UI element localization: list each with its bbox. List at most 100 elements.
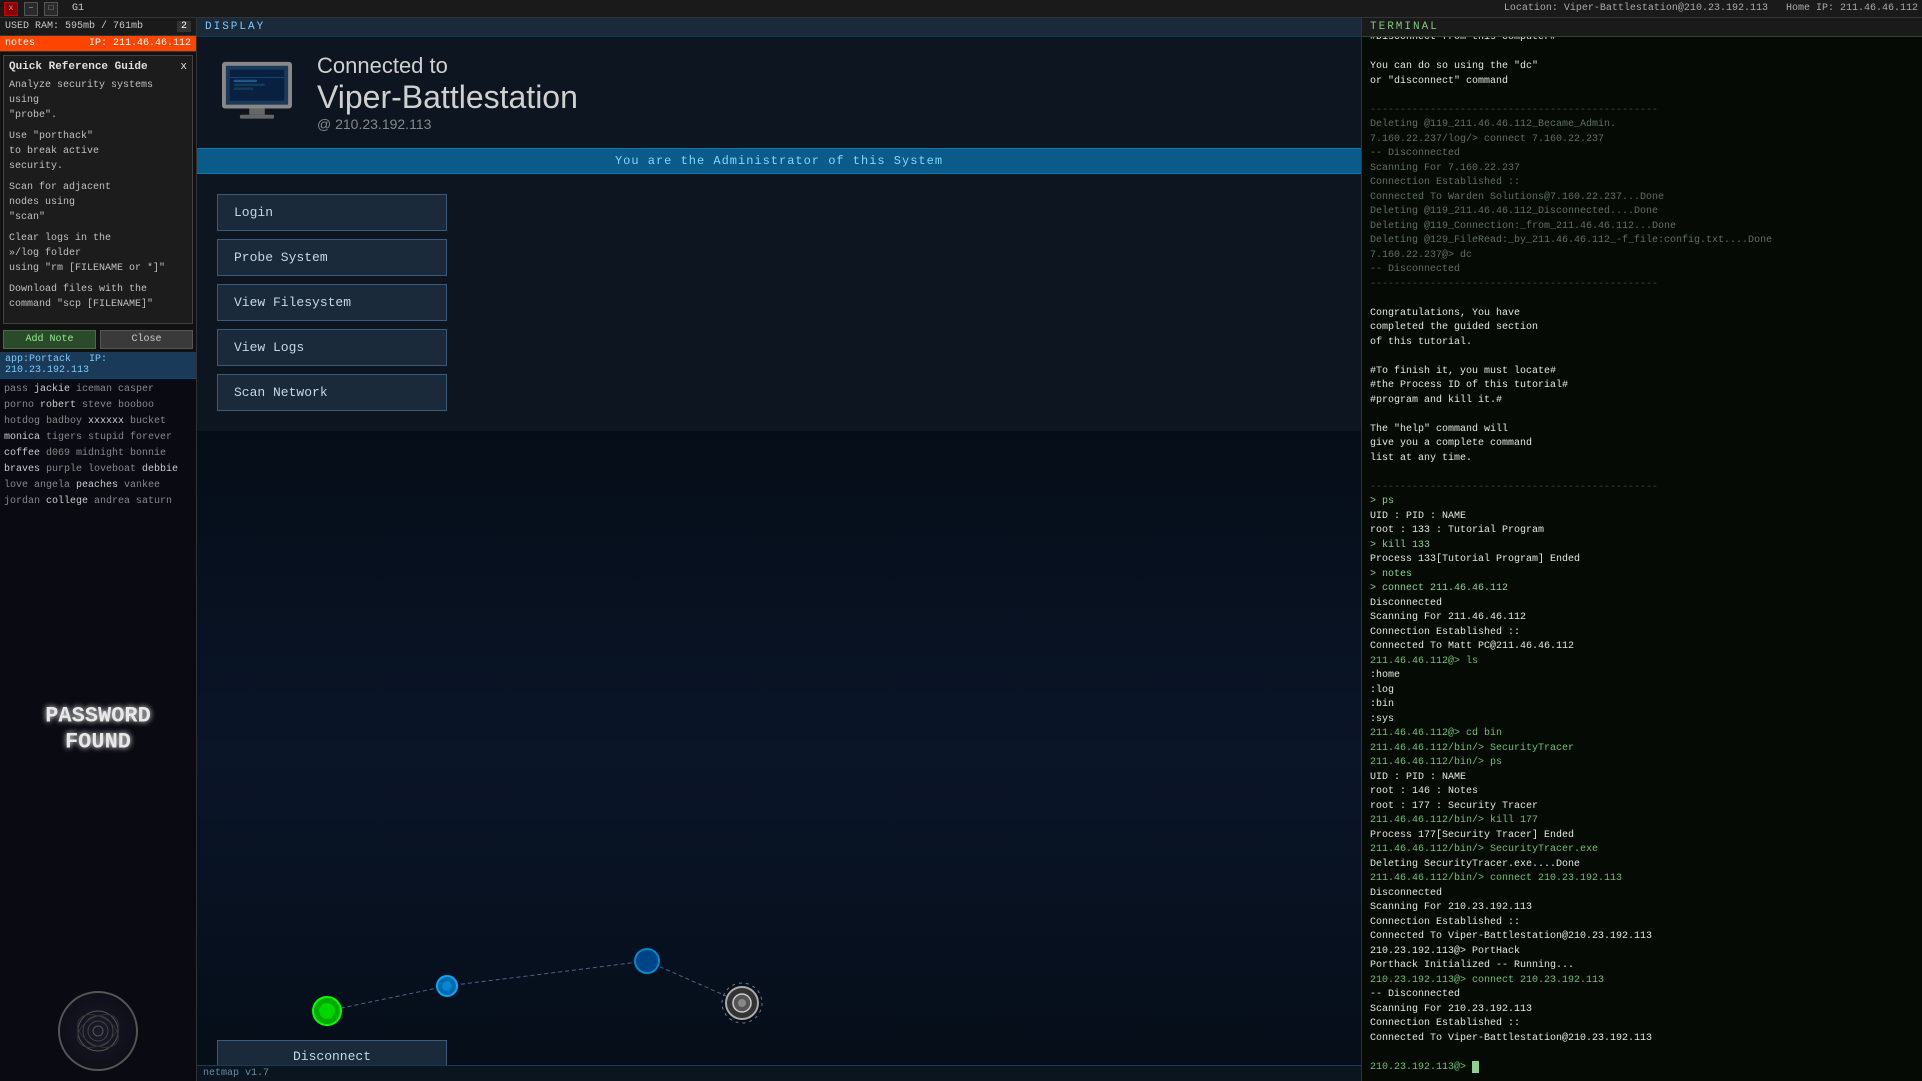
terminal-line: Process 177[Security Tracer] Ended	[1370, 829, 1914, 844]
admin-banner: You are the Administrator of this System	[197, 148, 1361, 174]
terminal-line	[1370, 408, 1914, 423]
notes-label: notes	[5, 38, 35, 49]
menu-buttons: Login Probe System View Filesystem View …	[197, 174, 457, 431]
password-crack-area: pass jackie iceman casper porno robert s…	[0, 379, 196, 1081]
pw-word: college	[46, 495, 88, 509]
quick-ref-line-5: Download files with thecommand "scp [FIL…	[9, 282, 187, 312]
terminal-line: Disconnected	[1370, 597, 1914, 612]
terminal-line: ----------------------------------------…	[1370, 481, 1914, 496]
display-header: DISPLAY	[197, 18, 1361, 37]
terminal-line: or "disconnect" command	[1370, 75, 1914, 90]
terminal-line: root : 146 : Notes	[1370, 785, 1914, 800]
terminal-line: 7.160.22.237@> dc	[1370, 249, 1914, 264]
quick-ref-header: Quick Reference Guide x	[9, 61, 187, 73]
connected-text: Connected to Viper-Battlestation @ 210.2…	[317, 53, 578, 132]
terminal-line: Connected To Warden Solutions@7.160.22.2…	[1370, 191, 1914, 206]
ram-count: 2	[177, 21, 191, 32]
terminal-line: Deleting @119_211.46.46.112_Became_Admin…	[1370, 118, 1914, 133]
terminal-line: #program and kill it.#	[1370, 394, 1914, 409]
terminal-line: 211.46.46.112@> ls	[1370, 655, 1914, 670]
terminal-line: Scanning For 210.23.192.113	[1370, 1003, 1914, 1018]
terminal-line: > ps	[1370, 495, 1914, 510]
terminal-line: Connection Established ::	[1370, 1017, 1914, 1032]
terminal-line: 210.23.192.113@>	[1370, 1061, 1914, 1076]
minimize-button[interactable]: −	[24, 2, 38, 16]
terminal-line: :bin	[1370, 698, 1914, 713]
terminal-line: #To finish it, you must locate#	[1370, 365, 1914, 380]
pw-word: braves	[4, 463, 40, 477]
connection-ip: @ 210.23.192.113	[317, 116, 578, 132]
terminal-line: Connection Established ::	[1370, 626, 1914, 641]
terminal-line: -- Disconnected	[1370, 988, 1914, 1003]
pw-word: debbie	[142, 463, 178, 477]
terminal-line: 211.46.46.112/bin/> kill 177	[1370, 814, 1914, 829]
terminal-line: #Disconnect from this computer#	[1370, 37, 1914, 46]
login-button[interactable]: Login	[217, 194, 447, 231]
terminal-line: 211.46.46.112/bin/> SecurityTracer	[1370, 742, 1914, 757]
close-window-button[interactable]: x	[4, 2, 18, 16]
pw-word: peaches	[76, 479, 118, 493]
pw-word: purple	[46, 463, 82, 477]
probe-system-button[interactable]: Probe System	[217, 239, 447, 276]
computer-icon	[217, 58, 297, 128]
terminal-line: Disconnected	[1370, 887, 1914, 902]
terminal-line: Deleting SecurityTracer.exe....Done	[1370, 858, 1914, 873]
pw-word: booboo	[118, 399, 154, 413]
terminal-line: :home	[1370, 669, 1914, 684]
terminal-line: root : 177 : Security Tracer	[1370, 800, 1914, 815]
connected-to-label: Connected to	[317, 53, 578, 79]
pw-word: midnight	[76, 447, 124, 461]
terminal-output[interactable]: Note: the wildcard "*" indicates'All'. -…	[1362, 37, 1922, 1081]
terminal-line: 211.46.46.112/bin/> connect 210.23.192.1…	[1370, 872, 1914, 887]
close-button[interactable]: Close	[100, 330, 193, 349]
quick-ref-line-3: Scan for adjacentnodes using"scan"	[9, 180, 187, 225]
terminal-line: > connect 211.46.46.112	[1370, 582, 1914, 597]
pw-word: steve	[82, 399, 112, 413]
terminal-line: completed the guided section	[1370, 321, 1914, 336]
terminal-line: Process 133[Tutorial Program] Ended	[1370, 553, 1914, 568]
hostname-label: Viper-Battlestation	[317, 79, 578, 116]
terminal-line: Porthack Initialized -- Running...	[1370, 959, 1914, 974]
left-buttons: Add Note Close	[0, 327, 196, 352]
terminal-line: 210.23.192.113@> connect 210.23.192.113	[1370, 974, 1914, 989]
pw-word: d069	[46, 447, 70, 461]
add-note-button[interactable]: Add Note	[3, 330, 96, 349]
quick-ref-line-2: Use "porthack"to break activesecurity.	[9, 129, 187, 174]
quick-ref-line-1: Analyze security systems using"probe".	[9, 78, 187, 123]
terminal-line	[1370, 1046, 1914, 1061]
terminal-line: 211.46.46.112/bin/> ps	[1370, 756, 1914, 771]
terminal-header: TERMINAL	[1362, 18, 1922, 37]
pw-word: bucket	[130, 415, 166, 429]
network-visualization-area: Disconnect netmap v1.7	[197, 431, 1361, 1081]
terminal-line: Connected To Viper-Battlestation@210.23.…	[1370, 1032, 1914, 1047]
view-filesystem-button[interactable]: View Filesystem	[217, 284, 447, 321]
terminal-line: > notes	[1370, 568, 1914, 583]
pw-word: jackie	[34, 383, 70, 397]
notes-bar[interactable]: notes IP: 211.46.46.112	[0, 36, 196, 52]
terminal-line: Deleting @119_211.46.46.112_Disconnected…	[1370, 205, 1914, 220]
pw-word: stupid	[88, 431, 124, 445]
quick-ref-close-button[interactable]: x	[180, 61, 187, 73]
pw-word: tigers	[46, 431, 82, 445]
terminal-line: give you a complete command	[1370, 437, 1914, 452]
pw-word: badboy	[46, 415, 82, 429]
terminal-line: ----------------------------------------…	[1370, 104, 1914, 119]
terminal-line: Deleting @129_FileRead:_by_211.46.46.112…	[1370, 234, 1914, 249]
pw-word: loveboat	[88, 463, 136, 477]
pw-word: pass	[4, 383, 28, 397]
g1-label: G1	[72, 3, 84, 14]
pw-word: bonnie	[130, 447, 166, 461]
terminal-line	[1370, 466, 1914, 481]
terminal-cursor	[1472, 1061, 1479, 1073]
terminal-line: 210.23.192.113@> PortHack	[1370, 945, 1914, 960]
maximize-button[interactable]: □	[44, 2, 58, 16]
pw-word: coffee	[4, 447, 40, 461]
terminal-line: > kill 133	[1370, 539, 1914, 554]
terminal-line: #the Process ID of this tutorial#	[1370, 379, 1914, 394]
terminal-line: ----------------------------------------…	[1370, 278, 1914, 293]
scan-network-button[interactable]: Scan Network	[217, 374, 447, 411]
pw-word: robert	[40, 399, 76, 413]
view-logs-button[interactable]: View Logs	[217, 329, 447, 366]
terminal-line: 211.46.46.112@> cd bin	[1370, 727, 1914, 742]
password-word-list: pass jackie iceman casper porno robert s…	[0, 379, 196, 513]
